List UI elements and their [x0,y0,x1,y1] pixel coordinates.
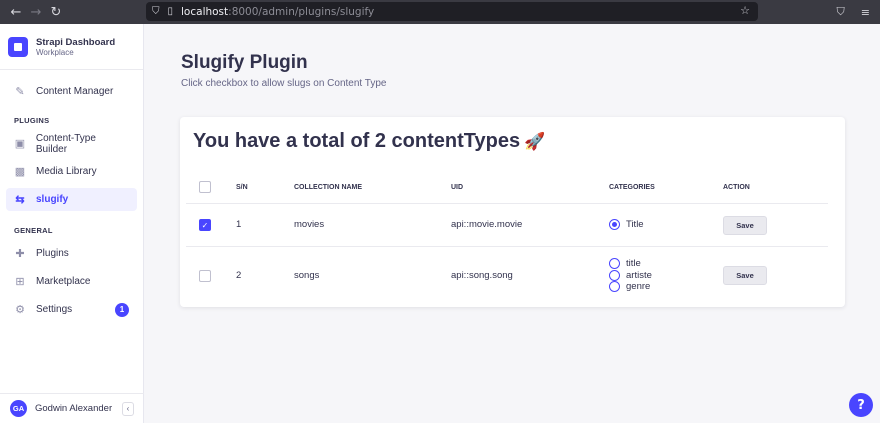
sidebar-item-content-manager[interactable]: ✎ Content Manager [6,80,137,103]
pocket-icon[interactable]: ⛉ [837,5,845,19]
swap-arrows-icon: ⇆ [15,194,25,206]
column-header-categories: CATEGORIES [609,183,655,191]
user-profile[interactable]: GA Godwin Alexander ‹ [0,393,144,423]
reload-icon[interactable]: ↻ [46,0,66,24]
radio-button[interactable] [609,281,620,293]
content-types-card: You have a total of 2 contentTypes 🚀 S/N … [180,117,845,307]
puzzle-icon: ✚ [15,248,25,260]
brand-title: Strapi Dashboard [36,36,116,48]
table-header: S/N COLLECTION NAME UID CATEGORIES ACTIO… [186,171,828,204]
shield-icon: ⛉ [152,6,160,17]
back-icon[interactable]: ← [6,0,26,24]
table-row: ✓ 1 movies api::movie.movie Title Save [186,204,828,247]
address-bar[interactable]: ⛉ ▯ localhost:8000/admin/plugins/slugify… [146,2,758,21]
row-checkbox[interactable]: ✓ [199,219,211,231]
row-categories: title artiste genre [609,258,652,293]
section-label-plugins: PLUGINS [14,116,50,125]
bookmark-star-icon[interactable]: ☆ [740,4,750,17]
page-icon: ▯ [167,6,174,17]
radio-button[interactable] [609,219,620,231]
collapse-sidebar-button[interactable]: ‹ [122,401,134,416]
card-title: You have a total of 2 contentTypes 🚀 [193,130,546,152]
row-collection-name: movies [294,219,325,230]
column-header-action: ACTION [723,183,750,191]
sidebar-item-settings[interactable]: ⚙ Settings 1 [6,298,137,321]
browser-toolbar: ← → ↻ ⛉ ▯ localhost:8000/admin/plugins/s… [0,0,880,24]
sidebar-item-slugify[interactable]: ⇆ slugify [6,188,137,211]
page-title: Slugify Plugin [181,52,308,73]
cart-icon: ⊞ [15,276,25,288]
sidebar-item-label: slugify [36,194,69,205]
menu-icon[interactable]: ≡ [861,6,870,19]
row-sn: 1 [236,219,242,230]
table-row: 2 songs api::song.song title artiste gen… [186,247,828,304]
row-uid: api::movie.movie [451,219,523,230]
row-sn: 2 [236,270,242,281]
sidebar-item-label: Settings [36,304,73,315]
category-option[interactable]: title [609,258,652,270]
sidebar-item-label: Content-Type Builder [35,132,96,155]
sidebar-item-marketplace[interactable]: ⊞ Marketplace [6,270,137,293]
column-header-uid: UID [451,183,464,191]
sidebar-item-label: Marketplace [36,276,91,287]
save-button[interactable]: Save [723,266,767,285]
select-all-checkbox[interactable] [199,181,211,193]
row-uid: api::song.song [451,270,513,281]
layout-icon: ▣ [14,138,26,150]
sidebar-item-label: Media Library [36,166,97,177]
avatar: GA [10,400,27,417]
image-icon: ▩ [14,166,26,178]
user-name: Godwin Alexander [35,403,113,414]
url-text: localhost:8000/admin/plugins/slugify [181,5,375,18]
sidebar-item-plugins[interactable]: ✚ Plugins [6,242,137,265]
content-types-table: S/N COLLECTION NAME UID CATEGORIES ACTIO… [186,171,828,304]
category-option[interactable]: artiste [609,269,652,282]
category-option[interactable]: Title [609,219,644,231]
brand: Strapi Dashboard Workplace [0,24,143,70]
column-header-sn: S/N [236,183,248,191]
section-label-general: GENERAL [14,226,53,235]
radio-button[interactable] [609,269,620,281]
row-checkbox[interactable] [199,270,211,282]
page-subtitle: Click checkbox to allow slugs on Content… [181,78,387,89]
help-button[interactable]: ? [849,393,873,417]
forward-icon[interactable]: → [26,0,46,24]
rocket-icon: 🚀 [524,132,546,151]
brand-subtitle: Workplace [36,47,74,57]
strapi-logo-icon [8,36,28,57]
sidebar-item-label: Plugins [36,248,69,259]
gear-icon: ⚙ [15,304,25,316]
save-button[interactable]: Save [723,216,767,235]
pencil-icon: ✎ [15,86,25,98]
column-header-collection-name: COLLECTION NAME [294,183,363,191]
row-collection-name: songs [294,270,320,281]
sidebar-item-content-type-builder[interactable]: ▣ Content-Type Builder [6,132,137,155]
category-option[interactable]: genre [609,281,652,293]
settings-badge: 1 [115,302,129,317]
main-content: Slugify Plugin Click checkbox to allow s… [145,24,880,423]
sidebar: Strapi Dashboard Workplace ✎ Content Man… [0,24,144,423]
row-categories: Title [609,219,644,231]
sidebar-item-label: Content Manager [36,86,114,97]
sidebar-item-media-library[interactable]: ▩ Media Library [6,160,137,183]
radio-button[interactable] [609,258,620,270]
